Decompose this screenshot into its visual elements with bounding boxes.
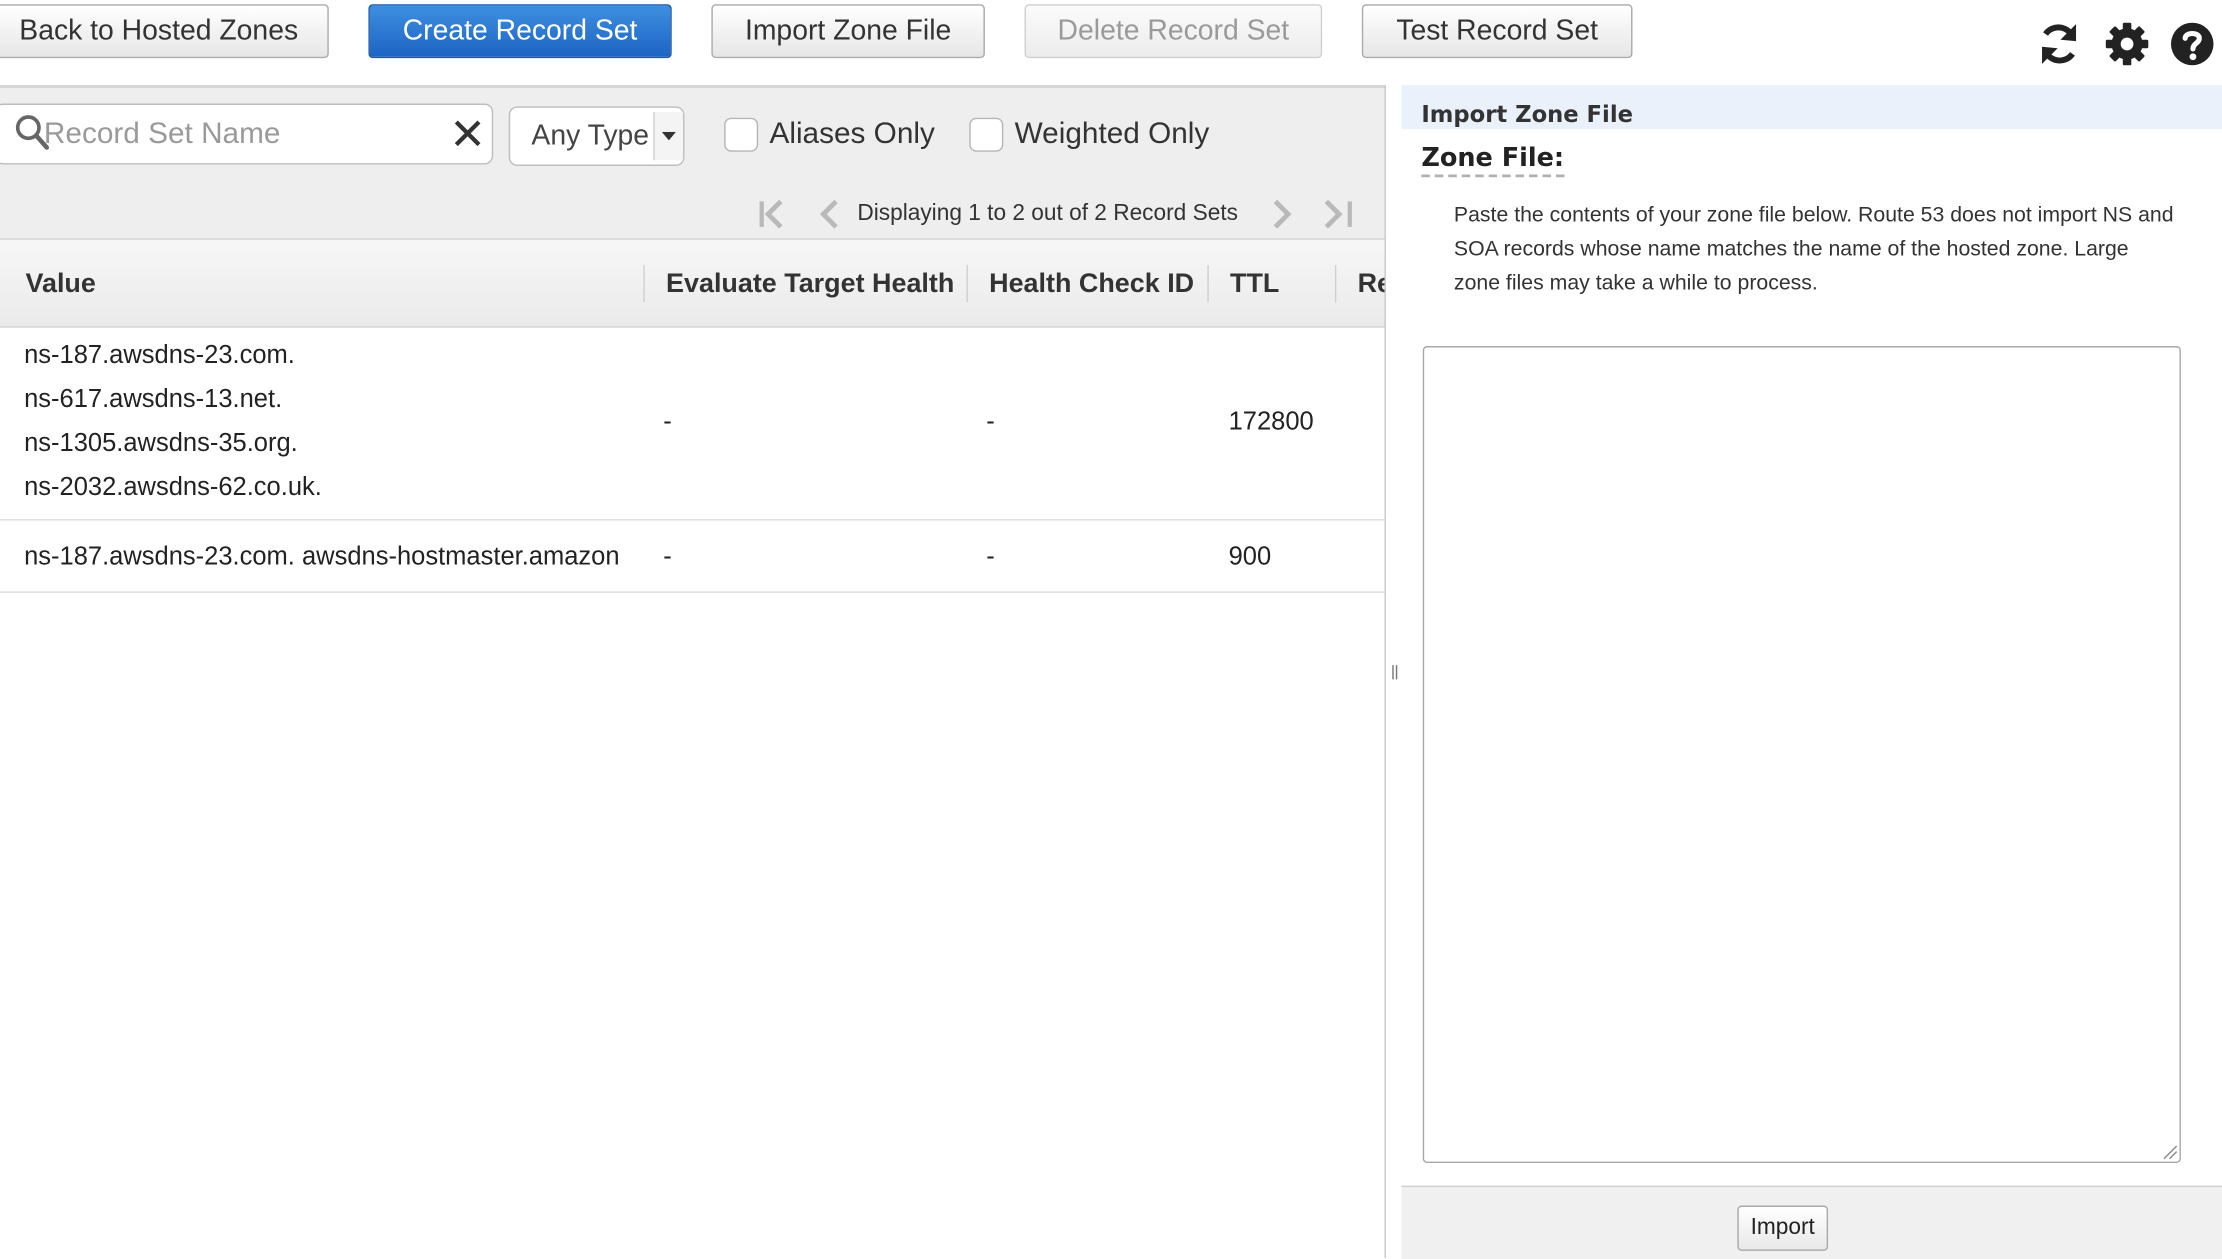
column-divider[interactable] (1207, 265, 1209, 303)
value-line: ns-617.awsdns-13.net. (24, 384, 283, 413)
record-set-name-input[interactable] (43, 116, 427, 154)
test-record-set-button[interactable]: Test Record Set (1361, 4, 1633, 59)
next-page-icon[interactable] (1265, 196, 1296, 233)
health-check-id-cell: - (986, 407, 995, 436)
column-header-truncated[interactable]: Re (1358, 269, 1385, 300)
value-line: ns-2032.awsdns-62.co.uk. (24, 472, 322, 501)
column-divider[interactable] (1334, 265, 1337, 303)
zone-file-label: Zone File: (1421, 143, 1565, 178)
column-divider[interactable] (966, 265, 968, 303)
zone-file-description: Paste the contents of your zone file bel… (1453, 202, 2174, 296)
panel-footer: Import (1401, 1185, 2222, 1259)
help-icon[interactable] (2168, 20, 2216, 68)
panel-resize-handle[interactable] (1390, 664, 1399, 681)
back-to-hosted-zones-button[interactable]: Back to Hosted Zones (0, 4, 329, 59)
weighted-only-checkbox[interactable] (969, 117, 1004, 152)
aliases-only-label: Aliases Only (769, 117, 935, 151)
value-cell: ns-187.awsdns-23.com. awsdns-hostmaster.… (24, 541, 620, 571)
zone-file-textarea[interactable] (1422, 346, 2181, 1163)
column-header-value[interactable]: Value (26, 269, 96, 300)
import-button[interactable]: Import (1737, 1205, 1829, 1251)
table-row[interactable]: ns-187.awsdns-23.com. ns-617.awsdns-13.n… (0, 325, 1385, 521)
panel-title: Import Zone File (1421, 100, 1633, 128)
evaluate-target-health-cell: - (663, 541, 672, 571)
textarea-resize-handle[interactable] (2161, 1143, 2178, 1160)
weighted-only-label: Weighted Only (1014, 117, 1210, 151)
previous-page-icon[interactable] (815, 196, 846, 233)
value-line: ns-187.awsdns-23.com. (24, 340, 295, 369)
create-record-set-button[interactable]: Create Record Set (368, 4, 672, 59)
record-sets-panel: Any Type Aliases Only Weighted Only Disp… (0, 85, 1386, 1259)
column-header-ttl[interactable]: TTL (1230, 269, 1279, 300)
table-header: Value Evaluate Target Health Health Chec… (0, 238, 1385, 328)
column-header-evaluate-target-health[interactable]: Evaluate Target Health (666, 269, 954, 300)
last-page-icon[interactable] (1319, 196, 1356, 233)
chevron-down-icon (653, 112, 684, 161)
gear-icon[interactable] (2103, 20, 2151, 68)
filter-bar: Any Type Aliases Only Weighted Only Disp… (0, 85, 1385, 242)
column-header-health-check-id[interactable]: Health Check ID (989, 269, 1194, 300)
delete-record-set-button[interactable]: Delete Record Set (1024, 4, 1323, 59)
search-box (0, 103, 494, 165)
value-line: ns-1305.awsdns-35.org. (24, 428, 298, 457)
table-row[interactable]: ns-187.awsdns-23.com. awsdns-hostmaster.… (0, 521, 1385, 593)
health-check-id-cell: - (986, 541, 995, 571)
panel-header: Import Zone File (1401, 85, 2222, 130)
import-zone-file-panel: Import Zone File Zone File: Paste the co… (1401, 85, 2222, 1259)
ttl-cell: 172800 (1228, 407, 1314, 436)
record-type-select[interactable]: Any Type (508, 106, 685, 166)
ttl-cell: 900 (1228, 541, 1272, 571)
first-page-icon[interactable] (755, 196, 792, 233)
refresh-icon[interactable] (2035, 20, 2083, 68)
record-type-value: Any Type (531, 120, 650, 152)
pagination-status: Displaying 1 to 2 out of 2 Record Sets (857, 201, 1238, 226)
column-divider[interactable] (643, 265, 645, 303)
toolbar: Back to Hosted Zones Create Record Set I… (0, 0, 2222, 86)
clear-search-icon[interactable] (452, 118, 483, 149)
import-zone-file-button[interactable]: Import Zone File (711, 4, 985, 59)
value-cell: ns-187.awsdns-23.com. ns-617.awsdns-13.n… (24, 333, 626, 509)
aliases-only-checkbox[interactable] (724, 117, 759, 152)
evaluate-target-health-cell: - (663, 407, 672, 436)
